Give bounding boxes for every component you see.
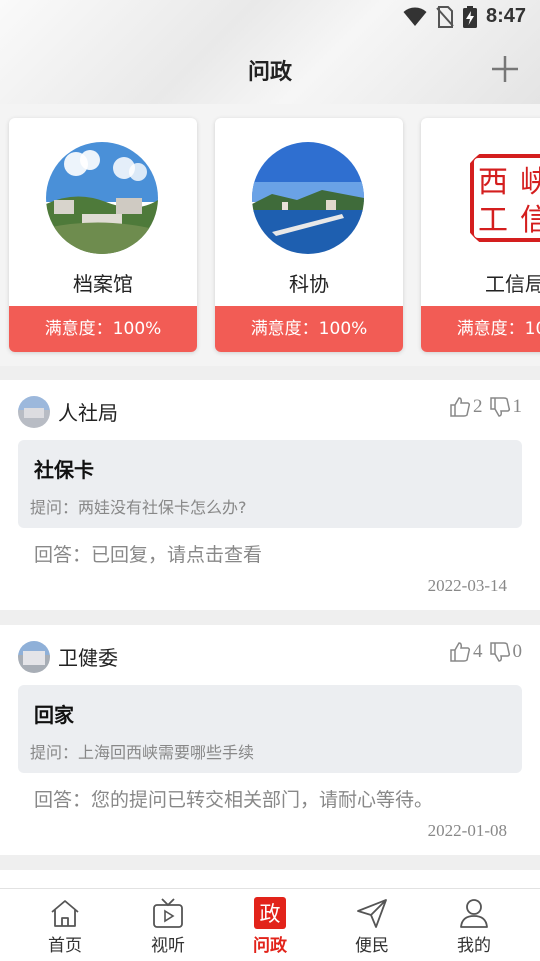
dislike-count: 0	[512, 641, 523, 662]
send-icon	[357, 899, 387, 928]
thumbs-up-icon	[450, 642, 471, 662]
question-text: 提问：两娃没有社保卡怎么办?	[30, 498, 247, 517]
page-title: 问政	[247, 60, 292, 85]
app-header: 问政	[0, 36, 540, 104]
department-avatar	[18, 396, 50, 428]
department-name: 工信局	[485, 272, 540, 296]
department-photo	[252, 142, 364, 254]
nav-item-profile[interactable]: 我的	[434, 897, 514, 956]
satisfaction-badge: 满意度：100%	[215, 306, 403, 352]
department-card-science[interactable]: 科协 满意度：100%	[215, 118, 403, 352]
like-count: 4	[473, 641, 483, 662]
wifi-icon	[403, 7, 427, 26]
question-title: 回家	[34, 703, 74, 727]
department-card-archives[interactable]: 档案馆 满意度：100%	[9, 118, 197, 352]
question-text: 提问：上海回西峡需要哪些手续	[30, 743, 255, 762]
zheng-icon: 政	[254, 897, 286, 929]
question-card[interactable]: 人社局 2 1 社保卡 提问：两娃没有社保卡怎么办? 回答：已回复，请点击查看 …	[0, 380, 540, 610]
department-name: 科协	[289, 272, 329, 296]
satisfaction-badge: 满意度：100%	[9, 306, 197, 352]
home-icon	[51, 900, 79, 927]
dislike-count: 1	[512, 396, 523, 417]
question-department: 卫健委	[58, 646, 118, 670]
thumbs-down-icon	[489, 397, 510, 417]
answer-text[interactable]: 回答：已回复，请点击查看	[34, 540, 262, 567]
svg-text:峡: 峡	[520, 165, 540, 200]
thumbs-up-icon	[450, 397, 471, 417]
vote-group: 4 0	[449, 641, 522, 663]
answer-text[interactable]: 回答：您的提问已转交相关部门，请耐心等待。	[34, 785, 433, 812]
department-name: 档案馆	[73, 272, 133, 296]
nav-item-home[interactable]: 首页	[25, 897, 105, 956]
question-box[interactable]: 社保卡 提问：两娃没有社保卡怎么办?	[18, 440, 522, 528]
like-button[interactable]: 2	[449, 396, 483, 418]
svg-text:信: 信	[520, 203, 540, 238]
thumbs-down-icon	[489, 642, 510, 662]
department-photo	[46, 142, 158, 254]
satisfaction-badge: 满意度：100%	[421, 306, 540, 352]
tv-icon	[153, 898, 183, 928]
no-sim-icon	[436, 5, 454, 28]
department-seal-logo: 西 峡 工 信	[458, 142, 540, 254]
dislike-button[interactable]: 1	[489, 396, 523, 418]
nav-label: 我的	[457, 936, 491, 956]
nav-label: 便民	[355, 936, 389, 956]
question-date: 2022-03-14	[427, 576, 507, 595]
vote-group: 2 1	[449, 396, 522, 418]
nav-item-service[interactable]: 便民	[332, 897, 412, 956]
nav-label: 首页	[48, 936, 82, 956]
nav-item-wenzheng[interactable]: 政 问政	[230, 897, 310, 956]
department-avatar	[18, 641, 50, 673]
dislike-button[interactable]: 0	[489, 641, 523, 663]
battery-charging-icon	[462, 5, 477, 28]
question-box[interactable]: 回家 提问：上海回西峡需要哪些手续	[18, 685, 522, 773]
like-count: 2	[473, 396, 483, 417]
question-department: 人社局	[58, 401, 118, 425]
status-time: 8:47	[485, 5, 526, 27]
svg-text:工: 工	[478, 203, 508, 238]
question-date: 2022-01-08	[427, 821, 507, 840]
svg-text:西: 西	[478, 165, 508, 200]
user-icon	[460, 899, 488, 928]
like-button[interactable]: 4	[449, 641, 483, 663]
question-title: 社保卡	[34, 458, 94, 482]
department-list[interactable]: 档案馆 满意度：100% 科协 满意度：100% 西 峡 工 信 工信局 满意度…	[0, 104, 540, 366]
bottom-nav: 首页 视听 政 问政 便民 我的	[0, 888, 540, 961]
add-question-button[interactable]	[488, 52, 522, 86]
nav-label: 视听	[151, 936, 185, 956]
question-card[interactable]: 卫健委 4 0 回家 提问：上海回西峡需要哪些手续 回答：您的提问已转交相关部门…	[0, 625, 540, 855]
nav-label: 问政	[253, 936, 287, 956]
status-bar: 8:47	[0, 0, 540, 36]
nav-item-video[interactable]: 视听	[128, 897, 208, 956]
svg-text:政: 政	[260, 902, 281, 926]
department-card-industry[interactable]: 西 峡 工 信 工信局 满意度：100%	[421, 118, 540, 352]
